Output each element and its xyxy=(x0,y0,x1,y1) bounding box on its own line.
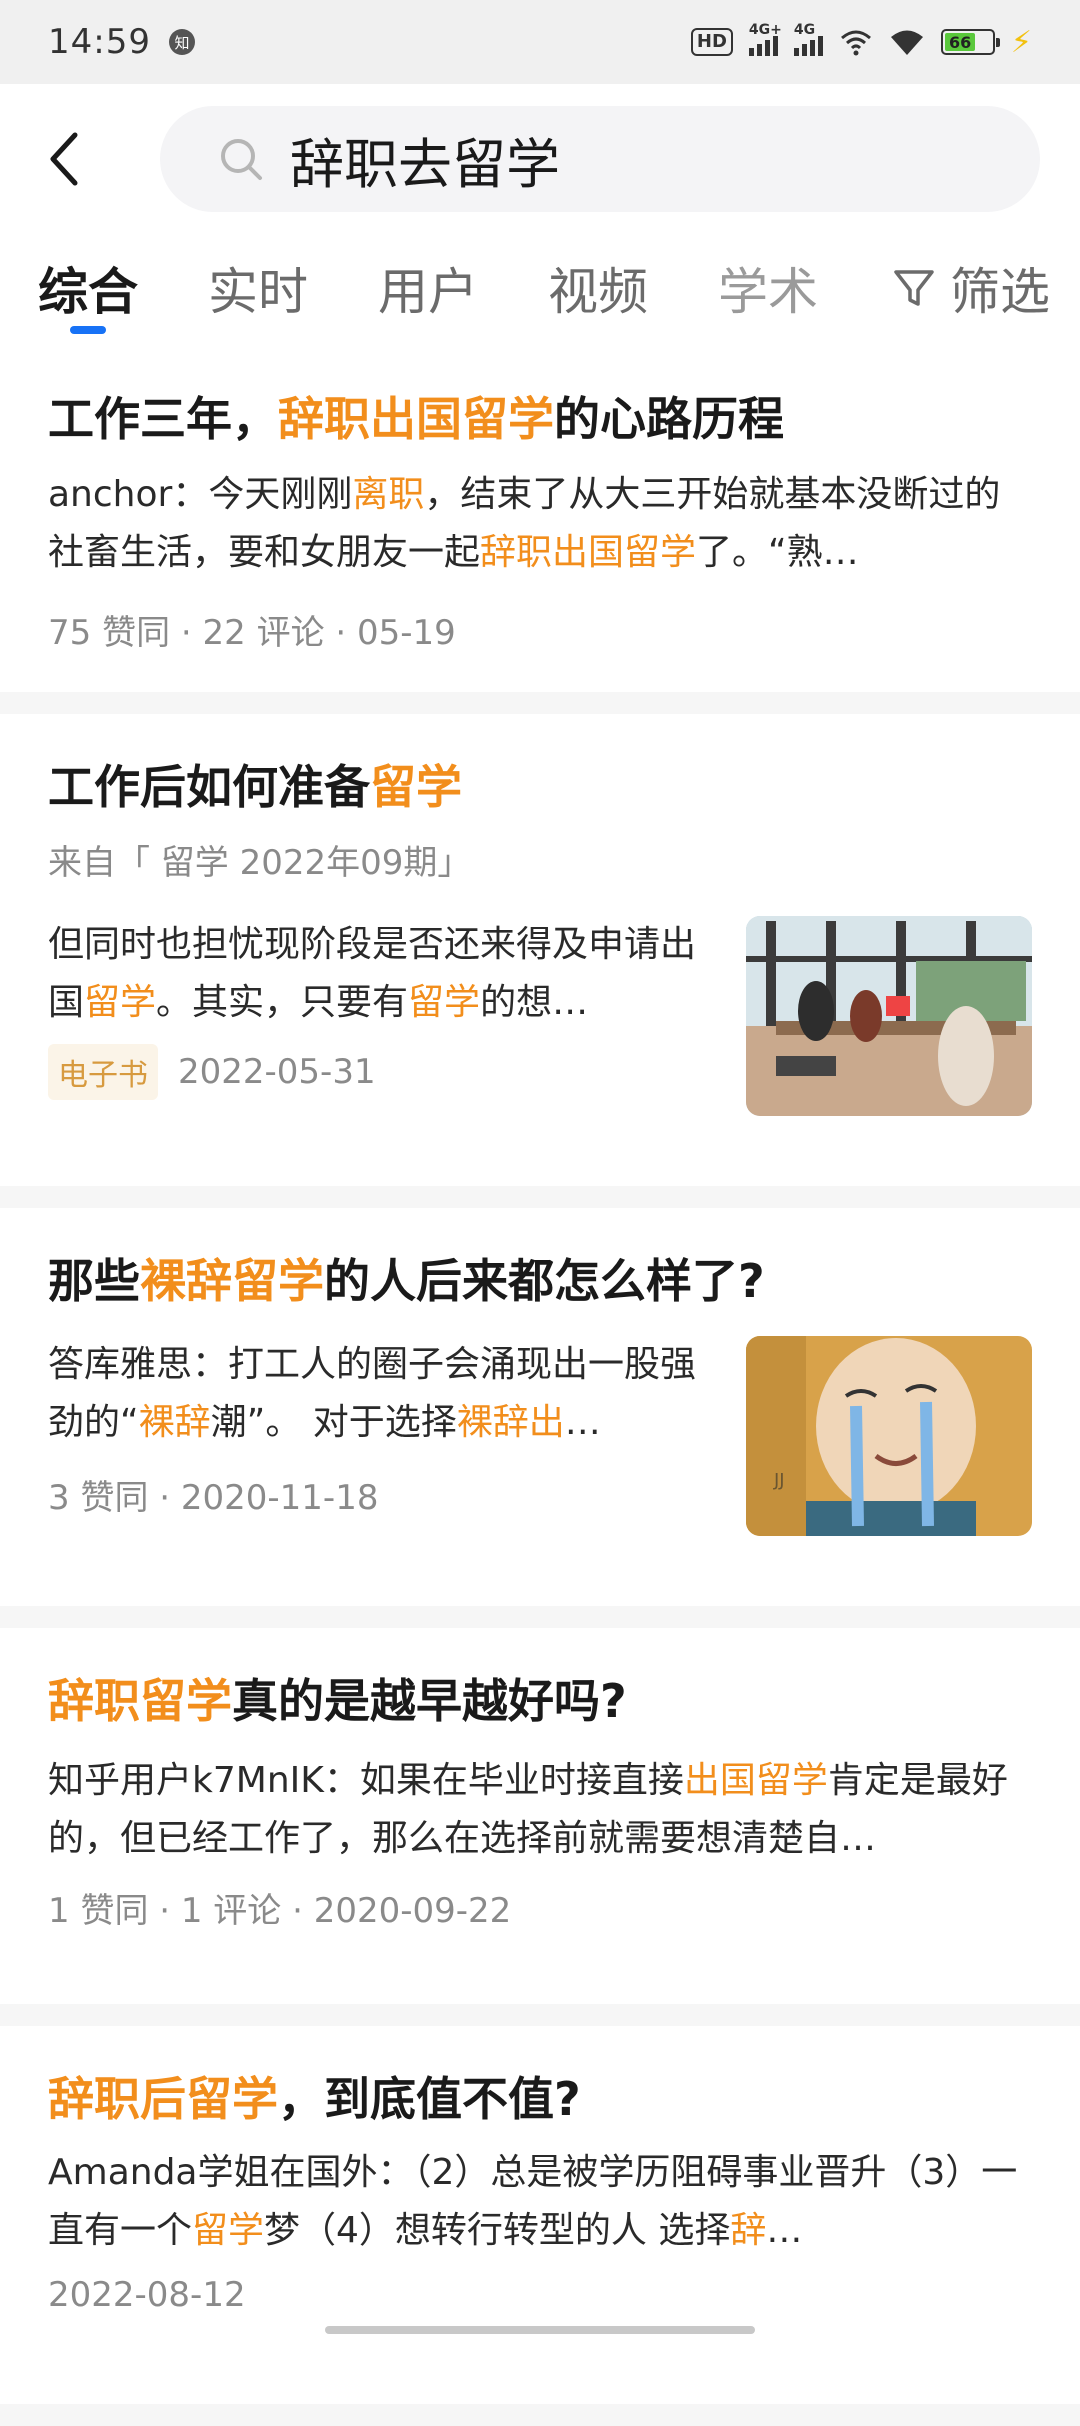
result-title[interactable]: 辞职后留学，到底值不值? xyxy=(48,2066,1032,2132)
battery-icon: 66 xyxy=(940,29,1000,55)
result-meta: 75 赞同 · 22 评论 · 05-19 xyxy=(48,612,456,653)
result-meta: 电子书 2022-05-31 xyxy=(48,1032,706,1112)
wifi-icon xyxy=(890,30,923,55)
tab-users[interactable]: 用户 xyxy=(378,234,478,334)
tab-videos[interactable]: 视频 xyxy=(548,234,648,334)
keyword-highlight: 辞职出国留学 xyxy=(278,392,554,446)
keyword-highlight: 出国留学 xyxy=(683,1760,828,1801)
zhihu-notification-icon: 知 xyxy=(168,29,195,55)
result-excerpt: 但同时也担忧现阶段是否还来得及申请出国留学。其实，只要有留学的想… xyxy=(48,924,697,1023)
svg-text:JJ: JJ xyxy=(773,1470,785,1491)
tab-realtime[interactable]: 实时 xyxy=(208,234,308,334)
keyword-highlight: 离职 xyxy=(352,474,425,515)
result-meta: 1 赞同 · 1 评论 · 2020-09-22 xyxy=(48,1890,512,1931)
status-bar: 14:59 知 HD 4G+ 4G 66 ⚡ xyxy=(0,0,1080,84)
tab-comprehensive[interactable]: 综合 xyxy=(38,234,138,334)
result-excerpt: 答库雅思：打工人的圈子会涌现出一股强劲的“裸辞潮”。 对于选择裸辞出… xyxy=(48,1344,697,1443)
result-excerpt: anchor：今天刚刚离职，结束了从大三开始就基本没断过的社畜生活，要和女朋友一… xyxy=(48,474,1001,573)
search-query: 辞职去留学 xyxy=(290,132,560,196)
result-card[interactable]: 辞职后留学，到底值不值? Amanda学姐在国外：（2）总是被学历阻碍事业晋升（… xyxy=(0,2026,1080,2426)
home-indicator[interactable] xyxy=(325,2326,755,2334)
result-thumbnail-office[interactable] xyxy=(746,916,1032,1116)
result-card[interactable]: 辞职留学真的是越早越好吗? 知乎用户k7MnIK：如果在毕业时接直接出国留学肯定… xyxy=(0,1628,1080,2026)
result-excerpt: 知乎用户k7MnIK：如果在毕业时接直接出国留学肯定是最好的，但已经工作了，那么… xyxy=(48,1760,1008,1859)
ebook-tag: 电子书 xyxy=(48,1044,158,1100)
back-arrow-icon xyxy=(50,132,78,186)
result-meta: 2022-08-12 xyxy=(48,2275,246,2315)
search-input[interactable]: 辞职去留学 xyxy=(160,106,1040,212)
result-date: 2022-05-31 xyxy=(178,1052,376,1092)
result-tabs: 综合 实时 用户 视频 学术 筛选 xyxy=(0,234,1080,346)
status-time: 14:59 xyxy=(48,22,151,62)
result-card[interactable]: 工作三年，辞职出国留学的心路历程 anchor：今天刚刚离职，结束了从大三开始就… xyxy=(0,346,1080,714)
keyword-highlight: 裸辞出 xyxy=(456,1402,565,1443)
hd-voice-icon: HD xyxy=(690,28,733,56)
keyword-highlight: 留学 xyxy=(408,982,481,1023)
search-results: 工作三年，辞职出国留学的心路历程 anchor：今天刚刚离职，结束了从大三开始就… xyxy=(0,346,1080,2426)
keyword-highlight: 辞职出国留学 xyxy=(480,532,697,573)
keyword-highlight: 留学 xyxy=(84,982,157,1023)
result-meta: 3 赞同 · 2020-11-18 xyxy=(48,1477,379,1518)
search-icon xyxy=(221,139,262,180)
result-title[interactable]: 工作三年，辞职出国留学的心路历程 xyxy=(48,386,1032,452)
result-excerpt: Amanda学姐在国外：（2）总是被学历阻碍事业晋升（3）一直有一个留学梦（4）… xyxy=(48,2152,1018,2251)
keyword-highlight: 留学 xyxy=(192,2210,265,2251)
status-indicators: HD 4G+ 4G 66 ⚡ xyxy=(690,22,1032,60)
cell-signal-1-icon: 4G+ xyxy=(748,22,782,56)
keyword-highlight: 裸辞留学 xyxy=(140,1254,324,1308)
filter-button[interactable]: 筛选 xyxy=(872,252,1050,324)
result-title[interactable]: 辞职留学真的是越早越好吗? xyxy=(48,1668,1032,1734)
result-source[interactable]: 来自「 留学 2022年09期」 xyxy=(48,838,1032,888)
keyword-highlight: 辞职后留学 xyxy=(48,2072,278,2126)
keyword-highlight: 辞职留学 xyxy=(48,1674,232,1728)
keyword-highlight: 留学 xyxy=(370,760,462,814)
hotspot-icon xyxy=(840,30,871,56)
back-button[interactable] xyxy=(10,104,120,214)
charging-icon: ⚡ xyxy=(1010,24,1032,60)
keyword-highlight: 裸辞 xyxy=(138,1402,211,1443)
result-card[interactable]: 工作后如何准备留学 来自「 留学 2022年09期」 但同时也担忧现阶段是否还来… xyxy=(0,714,1080,1208)
filter-icon xyxy=(894,270,934,306)
result-thumbnail-cartoon[interactable]: JJ xyxy=(746,1336,1032,1536)
filter-label: 筛选 xyxy=(950,263,1050,321)
result-title[interactable]: 工作后如何准备留学 xyxy=(48,754,1032,820)
search-header: 辞职去留学 xyxy=(0,84,1080,234)
cell-signal-2-icon: 4G xyxy=(793,22,823,56)
tab-academic[interactable]: 学术 xyxy=(718,234,818,334)
result-card[interactable]: 那些裸辞留学的人后来都怎么样了? 答库雅思：打工人的圈子会涌现出一股强劲的“裸辞… xyxy=(0,1208,1080,1628)
result-title[interactable]: 那些裸辞留学的人后来都怎么样了? xyxy=(48,1248,1032,1314)
keyword-highlight: 辞 xyxy=(730,2210,767,2251)
